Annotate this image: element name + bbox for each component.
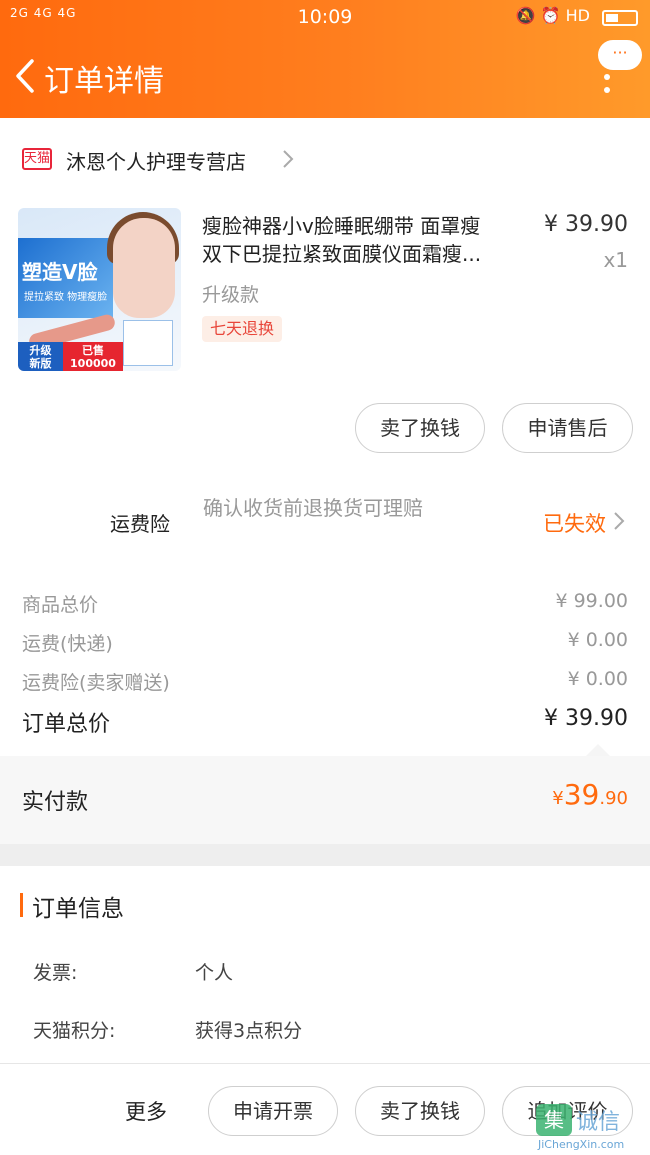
seven-day-return-badge: 七天退换 — [202, 316, 283, 342]
battery-icon — [602, 10, 638, 26]
product-title[interactable]: 瘦脸神器小v脸睡眠绷带 面罩瘦 双下巴提拉紧致面膜仪面霜瘦... — [202, 212, 532, 268]
product-image-headline: 塑造V脸 — [22, 260, 98, 284]
more-options-icon[interactable] — [604, 74, 612, 94]
chevron-right-icon — [614, 512, 625, 530]
tmall-points-value: 获得3点积分 — [195, 1020, 303, 1042]
bell-muted-icon: 🔕 — [515, 6, 536, 25]
alarm-icon: ⏰ — [540, 6, 561, 25]
shipping-insurance-fee-row: 运费险(卖家赠送) ¥ 0.00 — [22, 668, 628, 694]
section-divider — [0, 844, 650, 866]
product-image-sold-label: 已售 100000 — [63, 342, 123, 371]
sell-for-cash-button[interactable]: 卖了换钱 — [355, 1086, 485, 1136]
status-icons: 🔕 ⏰ HD — [516, 6, 590, 25]
shipping-fee-row: 运费(快递) ¥ 0.00 — [22, 629, 628, 655]
store-row[interactable]: 天猫 沐恩个人护理专营店 — [0, 140, 650, 180]
back-arrow-icon[interactable] — [12, 58, 40, 94]
request-invoice-button[interactable]: 申请开票 — [208, 1086, 338, 1136]
shipping-insurance-description: 确认收货前退换货可理赔 — [203, 496, 423, 520]
goods-total-row: 商品总价 ¥ 99.00 — [22, 590, 628, 616]
after-sales-button[interactable]: 申请售后 — [502, 403, 633, 453]
product-variant: 升级款 — [202, 284, 260, 306]
order-total-row: 订单总价 ¥ 39.90 — [22, 706, 628, 737]
more-menu-bubble[interactable]: ··· — [598, 40, 642, 70]
section-accent-bar — [20, 893, 23, 917]
product-quantity: x1 — [603, 248, 628, 272]
amount-paid-box: 实付款 ¥39.90 — [0, 756, 650, 844]
more-button[interactable]: 更多 — [125, 1096, 167, 1126]
status-bar: 2G 4G 4G 10:09 🔕 ⏰ HD — [0, 0, 650, 34]
watermark-text: 诚信 — [576, 1110, 621, 1135]
sell-for-cash-button[interactable]: 卖了换钱 — [355, 403, 485, 453]
app-header: 2G 4G 4G 10:09 🔕 ⏰ HD 订单详情 ··· — [0, 0, 650, 118]
tmall-badge-icon: 天猫 — [22, 148, 52, 170]
tmall-points-key: 天猫积分: — [33, 1020, 116, 1042]
order-detail-page: 2G 4G 4G 10:09 🔕 ⏰ HD 订单详情 ··· 天猫 沐恩个人护理… — [0, 0, 650, 1155]
watermark-url: JiChengXin.com — [538, 1138, 625, 1151]
invoice-key: 发票: — [33, 962, 78, 984]
product-image[interactable]: 塑造V脸 提拉紧致 物理瘦脸 升级 新版 已售 100000 — [18, 208, 181, 371]
product-image-subline: 提拉紧致 物理瘦脸 — [24, 292, 108, 303]
page-title: 订单详情 — [44, 64, 164, 99]
watermark-logo: 集 — [536, 1104, 572, 1136]
amount-paid-value: ¥39.90 — [552, 778, 628, 811]
amount-paid-label: 实付款 — [22, 790, 89, 815]
product-image-upgrade-label: 升级 新版 — [18, 342, 63, 371]
product-price: ¥ 39.90 — [544, 212, 628, 237]
order-info-title: 订单信息 — [32, 896, 124, 922]
store-name[interactable]: 沐恩个人护理专营店 — [66, 146, 246, 175]
site-watermark: 集 诚信 JiChengXin.com — [532, 1102, 650, 1155]
shipping-insurance-label: 运费险 — [110, 512, 170, 536]
hd-call-icon: HD — [565, 6, 590, 25]
chevron-right-icon — [283, 150, 294, 168]
invoice-value: 个人 — [195, 962, 234, 984]
shipping-insurance-status: 已失效 — [543, 512, 606, 536]
